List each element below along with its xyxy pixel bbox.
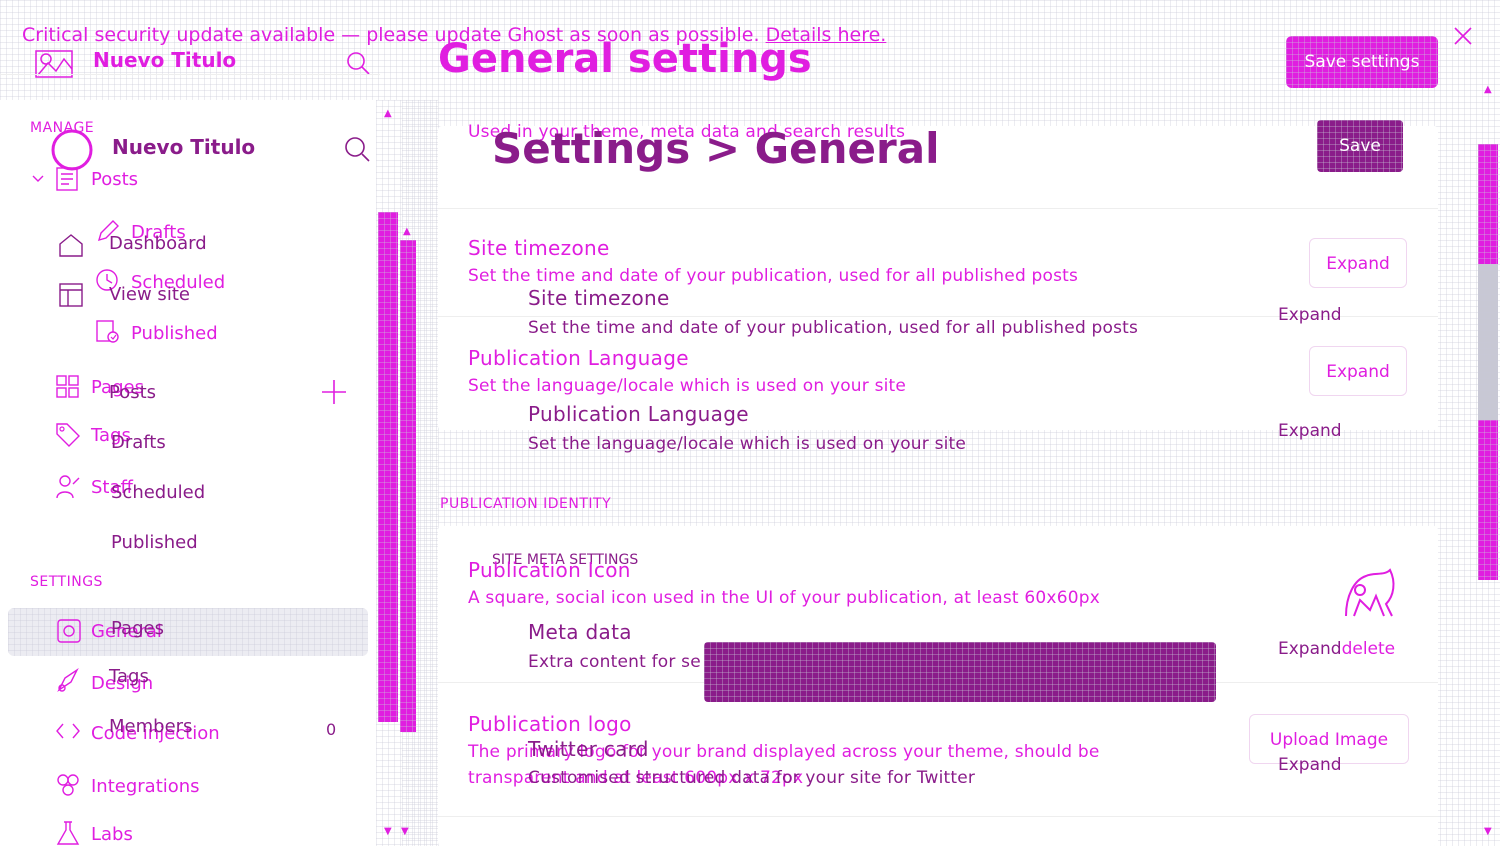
- site-timezone-title: Site timezone: [468, 236, 610, 260]
- ghost-scheduled-label[interactable]: Scheduled: [111, 482, 205, 503]
- ghost-tags-label[interactable]: Tags: [109, 666, 149, 687]
- banner-close-icon[interactable]: [1452, 25, 1474, 47]
- ghost-published-label[interactable]: Published: [111, 532, 198, 553]
- sidebar-header-divider: [0, 74, 380, 75]
- design-icon: [55, 668, 81, 694]
- sidebar-scrollbar-thumb[interactable]: [378, 212, 398, 722]
- ghost-site-name[interactable]: Nuevo Titulo: [112, 135, 255, 159]
- pages-icon: [55, 374, 81, 400]
- sidebar-item-tags[interactable]: Tags: [55, 422, 295, 450]
- publication-icon-desc: A square, social icon used in the UI of …: [468, 588, 1100, 608]
- main-scrollbar-thumb[interactable]: [1478, 144, 1498, 264]
- code-icon: [55, 718, 81, 744]
- ghost-meta-data-title: Meta data: [528, 620, 632, 644]
- main-scrollbar-thumb-lower[interactable]: [1478, 420, 1498, 580]
- posts-chevron-icon[interactable]: [31, 172, 45, 186]
- ghost-meta-data-desc: Extra content for se: [528, 652, 701, 672]
- ghost-meta-data-expand[interactable]: Expanddelete: [1278, 639, 1395, 659]
- ghost-members-label[interactable]: Members: [109, 716, 192, 737]
- tag-icon: [55, 422, 81, 448]
- ghost-publication-language-desc: Set the language/locale which is used on…: [528, 434, 967, 454]
- sidebar-item-general[interactable]: General: [8, 608, 368, 656]
- save-settings-label: Save settings: [1304, 52, 1420, 72]
- ghost-dashboard-label[interactable]: Dashboard: [109, 233, 207, 254]
- ghost-twitter-card-expand[interactable]: Expand: [1278, 755, 1342, 775]
- site-name[interactable]: Nuevo Titulo: [93, 48, 236, 72]
- sidebar-item-label: Integrations: [91, 776, 200, 797]
- main-scroll-up-icon[interactable]: ▲: [1484, 84, 1492, 95]
- ghost-posts-label[interactable]: Posts: [109, 382, 156, 403]
- ghost-save-button[interactable]: Save: [1317, 120, 1403, 172]
- search-icon[interactable]: [345, 50, 371, 76]
- ghost-site-timezone-desc: Set the time and date of your publicatio…: [528, 318, 1139, 338]
- ghost-dashboard-icon: [58, 232, 84, 258]
- publication-icon-image: [1340, 566, 1400, 620]
- site-timezone-desc: Set the time and date of your publicatio…: [468, 266, 1079, 286]
- card-divider: [438, 816, 1438, 817]
- add-page-plus-icon[interactable]: [320, 378, 348, 406]
- posts-icon: [55, 166, 81, 192]
- ghost-publication-language-expand[interactable]: Expand: [1278, 421, 1342, 441]
- general-icon: [56, 618, 82, 644]
- staff-icon: [55, 474, 81, 500]
- ghost-drafts-label[interactable]: Drafts: [111, 432, 166, 453]
- ghost-page-title: Settings > General: [492, 124, 940, 173]
- publication-icon-title: Publication Icon: [468, 558, 631, 582]
- ghost-pages-label[interactable]: Pages: [111, 618, 164, 639]
- main-scroll-down-icon[interactable]: ▼: [1484, 826, 1492, 837]
- ghost-save-label: Save: [1339, 136, 1381, 156]
- sidebar-item-labs[interactable]: Labs: [55, 820, 295, 848]
- sidebar-scrollbar-track[interactable]: [400, 240, 416, 732]
- sidebar-item-integrations[interactable]: Integrations: [55, 772, 295, 800]
- sidebar-scroll-down-icon[interactable]: ▼: [384, 826, 392, 837]
- publication-language-title: Publication Language: [468, 346, 689, 370]
- publication-identity-label: PUBLICATION IDENTITY: [440, 496, 612, 512]
- sidebar-item-pages[interactable]: Pages: [55, 374, 295, 402]
- sidebar-item-design[interactable]: Design: [55, 668, 295, 696]
- save-settings-button[interactable]: Save settings: [1286, 36, 1438, 88]
- sidebar-item-label: Posts: [91, 169, 139, 190]
- sidebar-item-published[interactable]: Published: [95, 319, 335, 347]
- card-divider: [438, 208, 1438, 209]
- integrations-icon: [55, 772, 81, 798]
- sidebar-item-label: Published: [131, 323, 218, 344]
- page-title: General settings: [438, 36, 812, 82]
- labs-icon: [55, 820, 81, 846]
- publication-language-expand-button[interactable]: Expand: [1309, 346, 1407, 396]
- manage-section-label: MANAGE: [30, 120, 95, 136]
- ghost-publication-language-title: Publication Language: [528, 402, 749, 426]
- publication-icon-delete-link[interactable]: delete: [1342, 639, 1396, 659]
- ghost-search-icon[interactable]: [343, 135, 371, 163]
- settings-section-label: SETTINGS: [30, 574, 103, 590]
- publication-logo-title: Publication logo: [468, 712, 632, 736]
- sidebar-item-posts[interactable]: Posts: [55, 166, 355, 194]
- ghost-twitter-card-desc: Customised structured data for your site…: [528, 768, 976, 788]
- overlay-redaction-block: [704, 642, 1216, 702]
- sidebar-scroll-up-icon[interactable]: ▲: [384, 108, 392, 119]
- published-icon: [95, 319, 121, 345]
- publication-language-desc: Set the language/locale which is used on…: [468, 376, 907, 396]
- ghost-scroll-down-icon[interactable]: ▼: [401, 826, 409, 837]
- site-timezone-expand-button[interactable]: Expand: [1309, 238, 1407, 288]
- ghost-meta-data-expand-label: Expand: [1278, 639, 1342, 659]
- ghost-view-site-label[interactable]: View site: [109, 284, 190, 305]
- ghost-scroll-up-icon[interactable]: ▲: [403, 226, 411, 237]
- members-count-badge: 0: [326, 720, 337, 739]
- ghost-twitter-card-title: Twitter card: [528, 737, 649, 761]
- ghost-site-timezone-expand[interactable]: Expand: [1278, 305, 1342, 325]
- sidebar-item-label: Labs: [91, 824, 133, 845]
- ghost-view-site-icon: [58, 282, 84, 308]
- ghost-site-timezone-title: Site timezone: [528, 286, 670, 310]
